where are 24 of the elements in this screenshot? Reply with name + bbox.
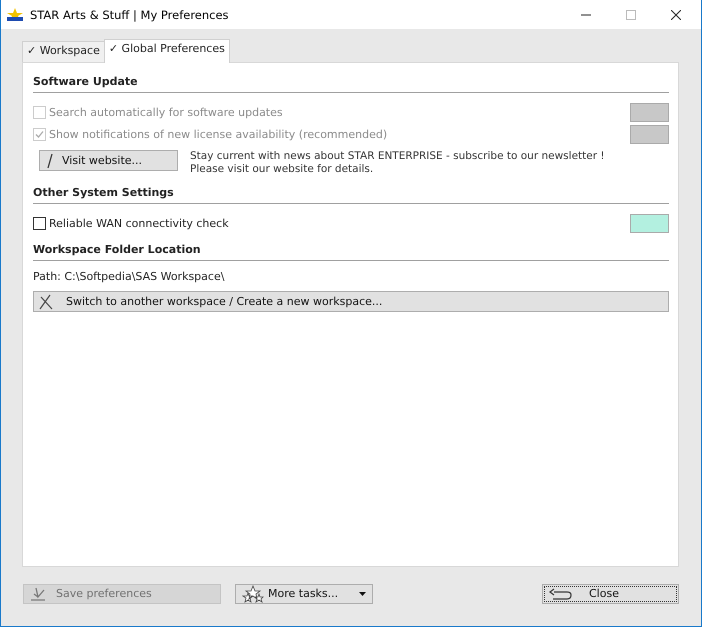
tab[interactable]: ✓ Global Preferences bbox=[104, 39, 230, 63]
dropdown-caret-icon bbox=[359, 592, 366, 596]
window-title: STAR Arts & Stuff | My Preferences bbox=[30, 8, 229, 22]
close-icon bbox=[671, 10, 681, 20]
cross-tool-icon bbox=[38, 294, 54, 310]
app-logo-icon bbox=[6, 8, 24, 22]
section-heading: Software Update bbox=[33, 75, 669, 93]
visit-website-button[interactable]: Visit website... bbox=[39, 150, 178, 171]
color-swatch[interactable] bbox=[630, 214, 669, 232]
section-heading: Other System Settings bbox=[33, 186, 669, 204]
pen-icon bbox=[46, 152, 54, 168]
section-heading: Workspace Folder Location bbox=[33, 243, 669, 261]
tab[interactable]: ✓ Workspace bbox=[22, 41, 105, 62]
more-tasks-button[interactable]: More tasks... bbox=[235, 584, 373, 604]
arrow-down-icon bbox=[30, 586, 48, 602]
newsletter-text: Stay current with news about STAR ENTERPRISE - subscribe to our newsletter ! bbox=[190, 150, 605, 163]
checkbox[interactable]: Reliable WAN connectivity check bbox=[33, 216, 229, 230]
return-arrow-icon bbox=[549, 586, 573, 600]
maximize-icon bbox=[626, 10, 636, 20]
close-button[interactable]: Close bbox=[542, 584, 679, 604]
stars-icon bbox=[242, 584, 264, 602]
newsletter-text: Please visit our website for details. bbox=[190, 163, 374, 176]
switch-workspace-button[interactable]: Switch to another workspace / Create a new workspace... bbox=[33, 291, 669, 312]
path-text: Path: C:\Softpedia\SAS Workspace\ bbox=[33, 270, 226, 283]
